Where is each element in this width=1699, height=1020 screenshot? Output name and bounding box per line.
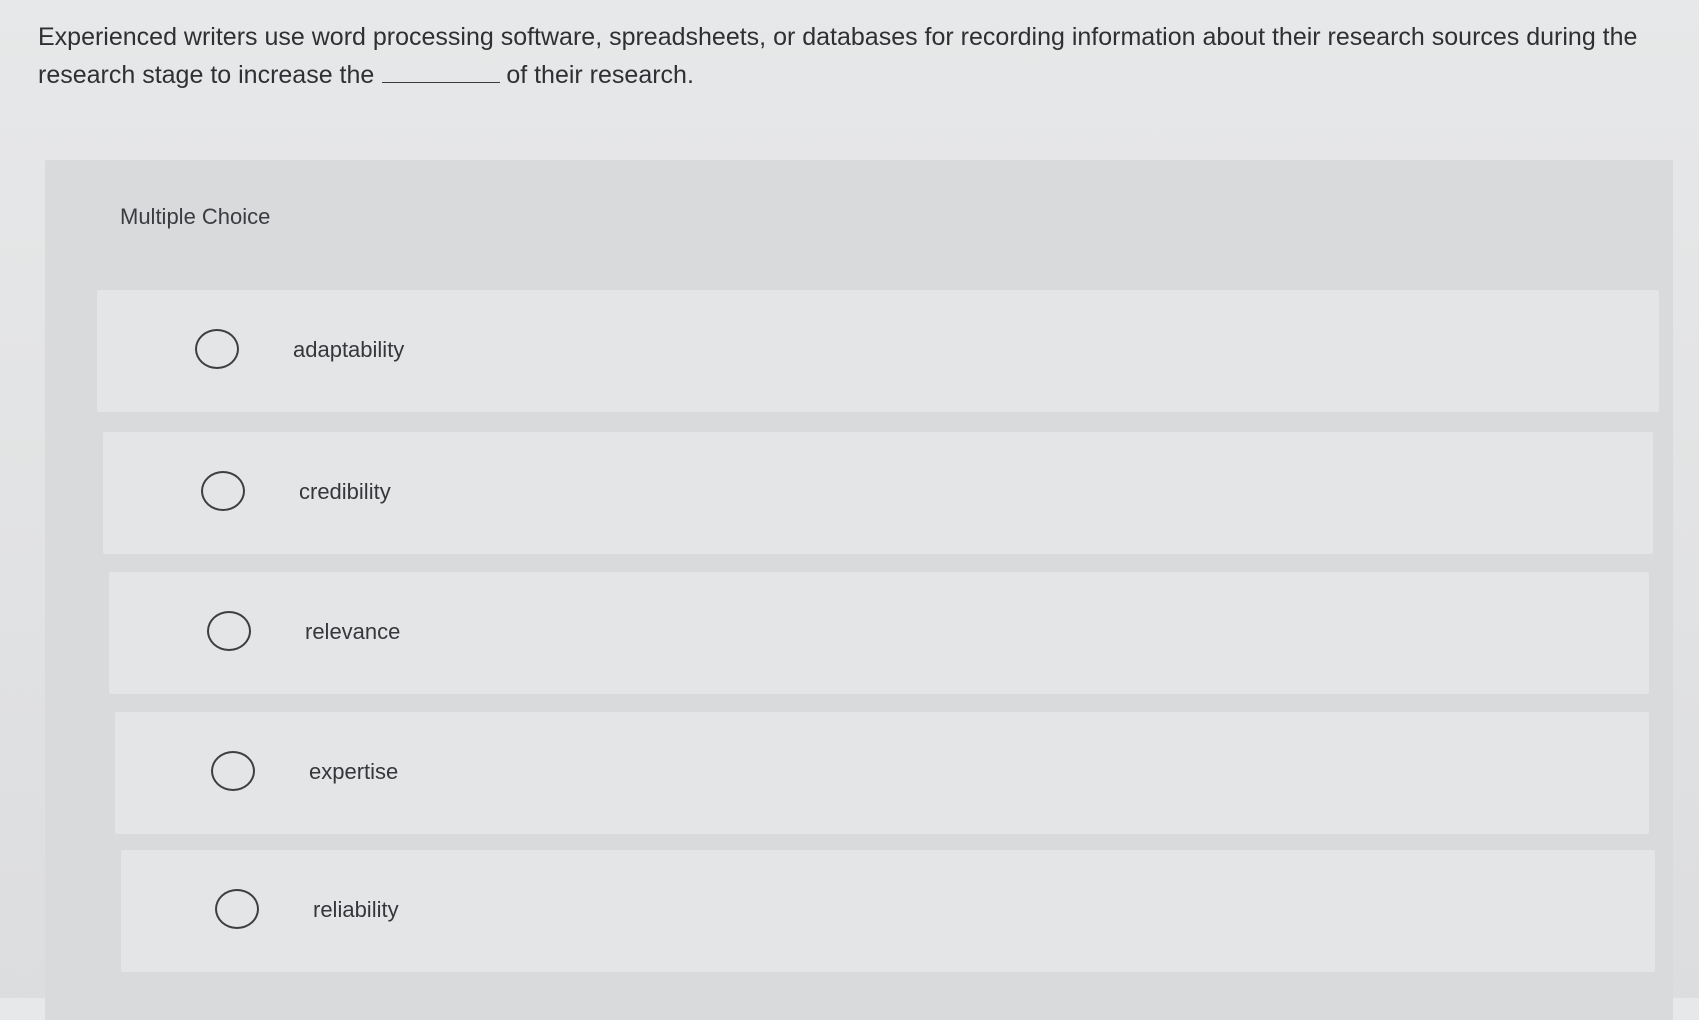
radio-button-icon[interactable] bbox=[211, 751, 255, 791]
option-relevance[interactable]: relevance bbox=[109, 572, 1649, 694]
question-text: Experienced writers use word processing … bbox=[38, 18, 1658, 94]
option-label: credibility bbox=[299, 479, 391, 504]
radio-button-icon[interactable] bbox=[201, 471, 245, 511]
radio-button-icon[interactable] bbox=[195, 329, 239, 369]
option-reliability[interactable]: reliability bbox=[121, 850, 1655, 972]
option-credibility[interactable]: credibility bbox=[103, 432, 1653, 554]
radio-button-icon[interactable] bbox=[207, 611, 251, 651]
option-label: adaptability bbox=[293, 337, 405, 362]
option-expertise[interactable]: expertise bbox=[115, 712, 1649, 834]
option-label: relevance bbox=[305, 619, 401, 644]
question-text-before: Experienced writers use word processing … bbox=[38, 23, 1638, 89]
radio-button-icon[interactable] bbox=[215, 889, 259, 929]
option-adaptability[interactable]: adaptability bbox=[97, 290, 1659, 412]
multiple-choice-panel: Multiple Choice adaptability credibility… bbox=[45, 160, 1673, 1020]
option-label: expertise bbox=[309, 759, 399, 784]
option-label: reliability bbox=[313, 897, 399, 922]
multiple-choice-header: Multiple Choice bbox=[120, 204, 271, 229]
answer-blank bbox=[382, 60, 501, 83]
question-text-after: of their research. bbox=[506, 61, 694, 89]
